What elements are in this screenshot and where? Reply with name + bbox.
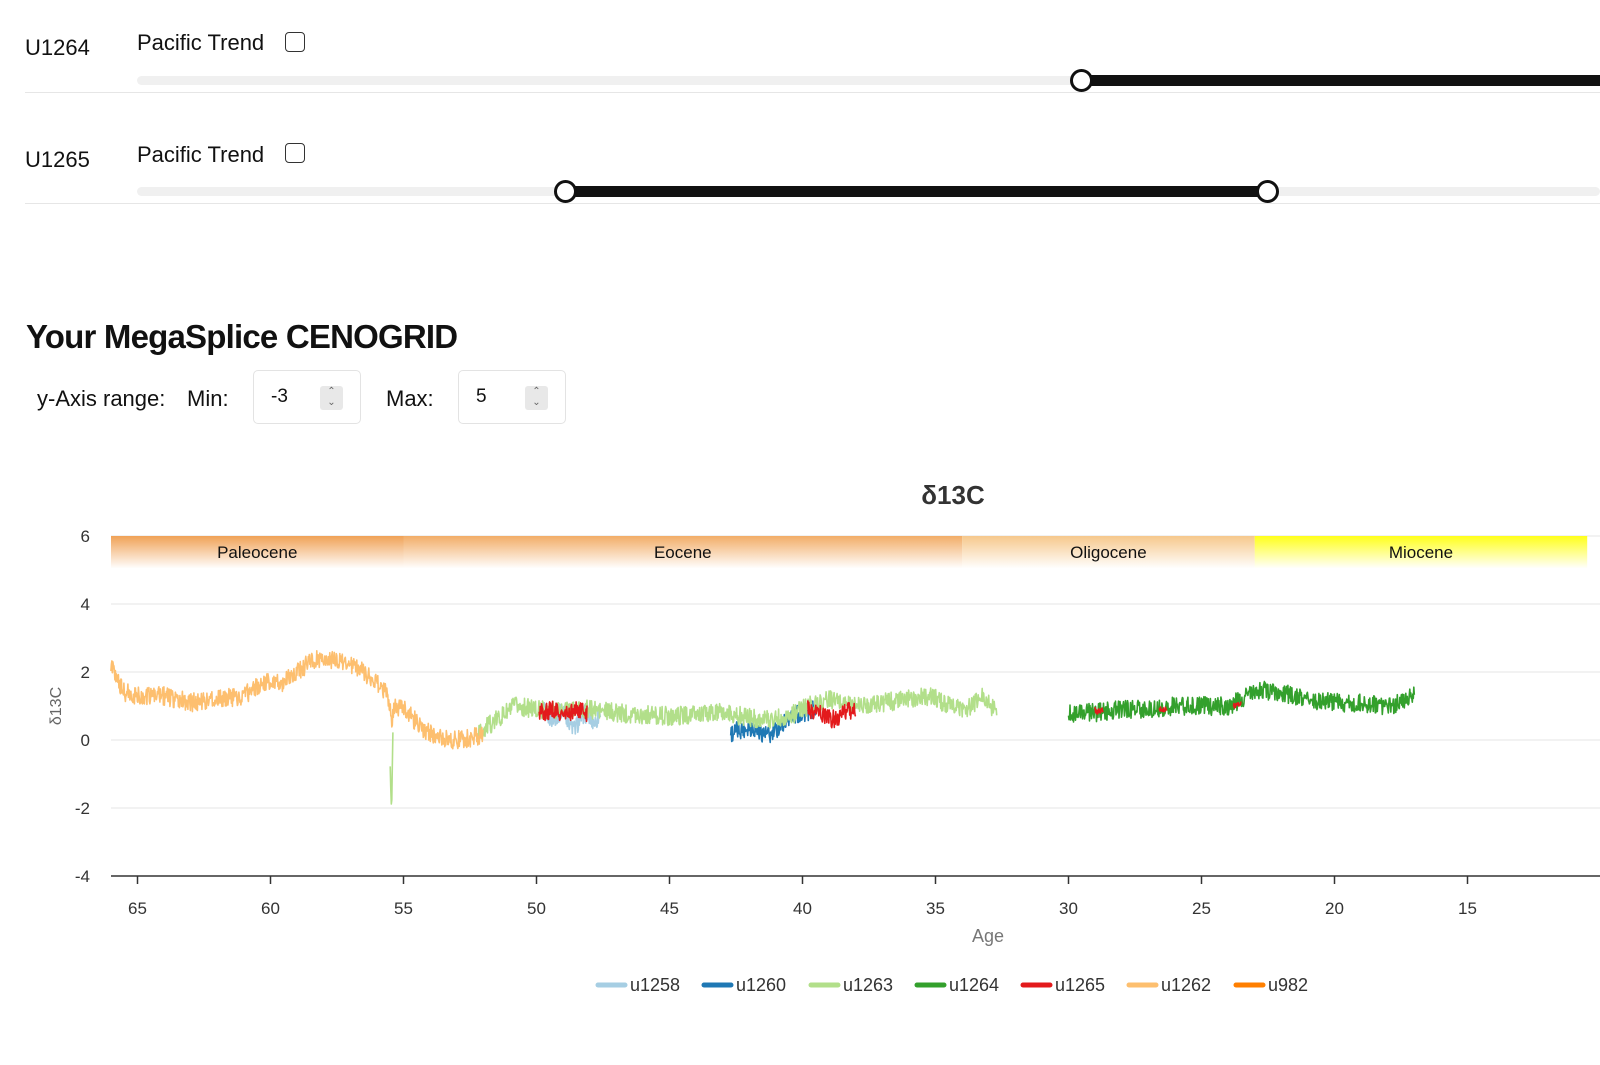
x-tick-label: 45 (660, 899, 679, 918)
x-tick-label: 50 (527, 899, 546, 918)
delta13c-chart: δ13C Paleocene Eocene Oligocene Miocene 6 4 2… (48, 480, 1600, 995)
y-tick-label: -4 (75, 867, 90, 886)
y-min-input[interactable]: -3 ⌃ ⌄ (253, 370, 361, 424)
legend: u1258 u1260 u1263 u1264 u1265 u1262 u982 (595, 975, 1308, 995)
y-max-label: Max: (386, 386, 434, 411)
y-min-spinner-icon[interactable]: ⌃ ⌄ (320, 386, 343, 410)
pacific-trend-checkbox[interactable] (285, 32, 305, 52)
epoch-label: Oligocene (1070, 543, 1147, 562)
y-tick-label: 2 (81, 663, 90, 682)
x-tick-label: 20 (1325, 899, 1344, 918)
x-tick-label: 65 (128, 899, 147, 918)
range-slider-handle-start[interactable] (554, 180, 577, 203)
site-name: U1265 (25, 147, 90, 172)
range-slider-selection[interactable] (1081, 75, 1600, 86)
legend-label-u982[interactable]: u982 (1268, 975, 1308, 995)
pacific-trend-label: Pacific Trend (137, 30, 265, 55)
legend-label-u1264[interactable]: u1264 (949, 975, 999, 995)
series-u1263-segment-0 (389, 732, 394, 805)
y-tick-label: 4 (81, 595, 90, 614)
epoch-label: Eocene (654, 543, 712, 562)
section-title: Your MegaSplice CENOGRID (26, 318, 458, 355)
epoch-label: Miocene (1389, 543, 1453, 562)
y-max-input[interactable]: 5 ⌃ ⌄ (458, 370, 566, 424)
x-tick-label: 40 (793, 899, 812, 918)
pacific-trend-label: Pacific Trend (137, 142, 265, 167)
y-max-spinner-icon[interactable]: ⌃ ⌄ (525, 386, 548, 410)
y-tick-label: 6 (81, 527, 90, 546)
legend-label-u1263[interactable]: u1263 (843, 975, 893, 995)
epoch-label: Paleocene (217, 543, 297, 562)
divider (25, 92, 1600, 93)
x-tick-label: 35 (926, 899, 945, 918)
y-tick-label: 0 (81, 731, 90, 750)
x-tick-label: 30 (1059, 899, 1078, 918)
series-layer (110, 650, 1416, 805)
series-u1265-segment-3 (1158, 706, 1168, 713)
legend-label-u1265[interactable]: u1265 (1055, 975, 1105, 995)
y-min-label: Min: (187, 386, 229, 411)
y-axis-label: δ13C (48, 687, 65, 725)
x-tick-label: 25 (1192, 899, 1211, 918)
y-min-value: -3 (271, 386, 288, 407)
series-u1262-segment-0 (110, 650, 485, 750)
y-tick-label: -2 (75, 799, 90, 818)
epoch-band: Paleocene Eocene Oligocene Miocene (111, 536, 1588, 568)
x-tick-label: 55 (394, 899, 413, 918)
site-row-u1265: U1265 Pacific Trend (25, 0, 1600, 204)
chart-title: δ13C (921, 480, 985, 510)
pacific-trend-checkbox[interactable] (285, 143, 305, 163)
range-slider-selection[interactable] (566, 186, 1267, 197)
x-tick-label: 15 (1458, 899, 1477, 918)
x-tick-label: 60 (261, 899, 280, 918)
legend-label-u1260[interactable]: u1260 (736, 975, 786, 995)
gridlines (111, 535, 1600, 809)
site-name: U1264 (25, 35, 90, 60)
divider (25, 203, 1600, 204)
x-axis-label: Age (972, 926, 1004, 946)
range-slider-handle-end[interactable] (1256, 180, 1279, 203)
legend-label-u1262[interactable]: u1262 (1161, 975, 1211, 995)
y-max-value: 5 (476, 386, 487, 407)
y-axis-range-label: y-Axis range: (37, 386, 166, 411)
range-slider-handle-start[interactable] (1070, 69, 1093, 92)
legend-label-u1258[interactable]: u1258 (630, 975, 680, 995)
